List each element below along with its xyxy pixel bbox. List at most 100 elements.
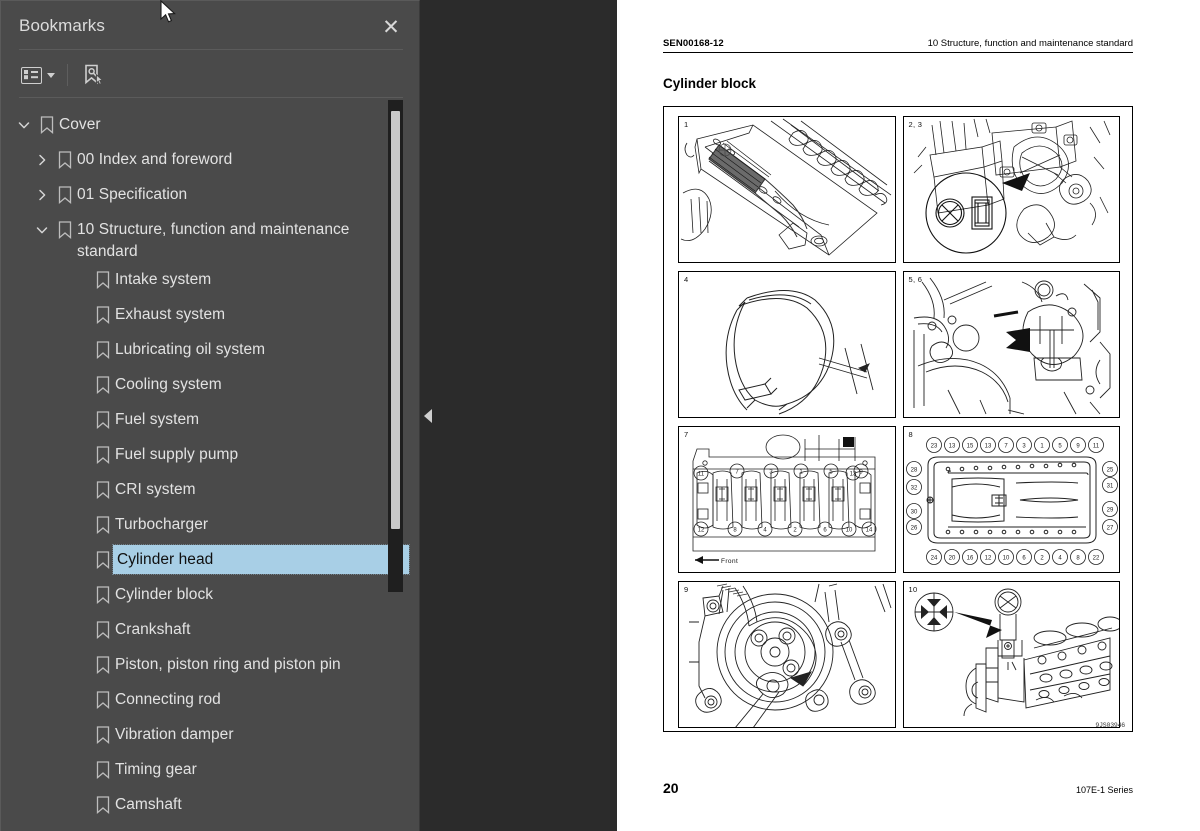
svg-text:5: 5 <box>829 470 833 476</box>
panel-number: 4 <box>684 275 689 284</box>
svg-text:28: 28 <box>910 468 917 474</box>
toolbar-separator <box>67 64 68 86</box>
chevron-right-icon[interactable] <box>31 143 53 176</box>
bookmark-row[interactable]: Cover <box>1 108 421 143</box>
bookmark-item[interactable]: 10 Structure, function and maintenance s… <box>1 213 421 263</box>
bookmark-row[interactable]: Fuel system <box>1 403 421 438</box>
svg-text:12: 12 <box>984 556 991 562</box>
bookmark-row[interactable]: Vibration damper <box>1 718 421 753</box>
bookmark-label: Camshaft <box>115 796 182 813</box>
bookmarks-scrollbar-thumb[interactable] <box>391 111 400 529</box>
bookmark-item[interactable]: Vibration damper <box>1 718 421 753</box>
pdf-page: SEN00168-12 10 Structure, function and m… <box>617 0 1200 831</box>
bookmark-item[interactable]: Intake system <box>1 263 421 298</box>
chevron-down-icon[interactable] <box>13 108 35 141</box>
bookmark-item[interactable]: Turbocharger <box>1 508 421 543</box>
bookmark-item[interactable]: 01 Specification <box>1 178 421 213</box>
svg-text:13: 13 <box>948 444 955 450</box>
bookmark-row[interactable]: Cylinder head <box>1 543 421 578</box>
bookmarks-toolbar <box>1 53 419 97</box>
bookmark-label: Vibration damper <box>115 726 234 743</box>
find-bookmark-button[interactable] <box>79 61 107 89</box>
bookmarks-scrollbar[interactable] <box>388 100 403 592</box>
chevron-right-icon[interactable] <box>31 178 53 211</box>
bookmark-row[interactable]: Cylinder block <box>1 578 421 613</box>
svg-text:2: 2 <box>1040 556 1044 562</box>
figure-panel-7: 7 11 7 3 1 5 9 13 12 8 4 2 6 10 14 Front <box>678 426 896 573</box>
bookmark-row[interactable]: Turbocharger <box>1 508 421 543</box>
figure-panel-10: 10 <box>902 581 1120 728</box>
bookmark-item[interactable]: Connecting rod <box>1 683 421 718</box>
bookmarks-panel-title: Bookmarks <box>19 16 105 35</box>
svg-text:32: 32 <box>910 486 917 492</box>
toolbar-divider <box>19 97 403 98</box>
bookmark-icon <box>91 543 115 576</box>
bookmark-row[interactable]: Intake system <box>1 263 421 298</box>
viewer-gutter <box>421 0 617 831</box>
bookmark-row[interactable]: Camshaft <box>1 788 421 823</box>
svg-text:4: 4 <box>763 528 767 534</box>
front-direction-arrow <box>695 556 719 564</box>
bookmark-row[interactable]: Connecting rod <box>1 683 421 718</box>
page-header: SEN00168-12 10 Structure, function and m… <box>663 38 1133 53</box>
chevron-down-icon[interactable] <box>31 213 53 246</box>
bookmark-row[interactable]: 10 Structure, function and maintenance s… <box>1 213 421 263</box>
bookmark-item[interactable]: Exhaust system <box>1 298 421 333</box>
bookmark-row[interactable]: CRI system <box>1 473 421 508</box>
bookmark-item[interactable]: Cover <box>1 108 421 143</box>
panel-number: 2, 3 <box>908 120 923 129</box>
bookmark-row[interactable]: Cooling system <box>1 368 421 403</box>
chevron-left-icon <box>424 409 432 423</box>
svg-text:3: 3 <box>1022 444 1026 450</box>
svg-text:16: 16 <box>966 556 973 562</box>
bookmark-item[interactable]: Camshaft <box>1 788 421 823</box>
bookmark-icon <box>53 178 77 211</box>
bookmark-item[interactable]: Piston, piston ring and piston pin <box>1 648 421 683</box>
bookmark-item[interactable]: Crankshaft <box>1 613 421 648</box>
bookmark-row[interactable]: Fuel supply pump <box>1 438 421 473</box>
svg-text:4: 4 <box>1058 556 1062 562</box>
page-number: 20 <box>663 780 679 796</box>
bookmark-label: Cooling system <box>115 376 222 393</box>
page-title: Cylinder block <box>663 76 757 91</box>
svg-text:24: 24 <box>930 556 937 562</box>
close-icon[interactable]: ✕ <box>377 13 405 41</box>
bookmark-item[interactable]: Lubricating oil system <box>1 333 421 368</box>
bookmark-icon <box>91 508 115 541</box>
svg-text:31: 31 <box>1106 484 1113 490</box>
bookmark-label: Cover <box>59 116 101 133</box>
collapse-sidebar-handle[interactable] <box>424 409 440 425</box>
bookmark-item[interactable]: Fuel system <box>1 403 421 438</box>
bookmark-item[interactable]: Fuel supply pump <box>1 438 421 473</box>
bookmark-item[interactable]: 00 Index and foreword <box>1 143 421 178</box>
bookmark-row[interactable]: Piston, piston ring and piston pin <box>1 648 421 683</box>
bookmark-row[interactable]: Timing gear <box>1 753 421 788</box>
rear-housing-drawing <box>913 277 1110 415</box>
bookmark-item[interactable]: Cylinder head <box>1 543 421 578</box>
bookmark-item[interactable]: Timing gear <box>1 753 421 788</box>
bookmark-label: Fuel system <box>115 411 200 428</box>
bookmark-row[interactable]: Lubricating oil system <box>1 333 421 368</box>
svg-text:26: 26 <box>910 526 917 532</box>
chevron-down-icon <box>47 72 55 78</box>
bookmark-icon <box>91 473 115 506</box>
bookmark-label: Fuel supply pump <box>115 446 239 463</box>
bookmark-item[interactable]: CRI system <box>1 473 421 508</box>
figure-panel-9: 9 <box>678 581 896 728</box>
bookmarks-tree[interactable]: Cover 00 Index and foreword 01 Specificati… <box>1 99 421 831</box>
svg-text:8: 8 <box>733 528 737 534</box>
bookmark-row[interactable]: Crankshaft <box>1 613 421 648</box>
bookmark-item[interactable]: Cylinder block <box>1 578 421 613</box>
bookmark-icon <box>91 263 115 296</box>
bookmark-row[interactable]: Exhaust system <box>1 298 421 333</box>
front-label: Front <box>721 558 739 565</box>
bookmarks-panel: Bookmarks ✕ Cover 00 Index and foreword … <box>0 0 420 831</box>
bookmark-row[interactable]: 01 Specification <box>1 178 421 213</box>
bookmark-label: Intake system <box>115 271 212 288</box>
bookmark-item[interactable]: Cooling system <box>1 368 421 403</box>
bookmark-row[interactable]: 00 Index and foreword <box>1 143 421 178</box>
bookmark-options-button[interactable] <box>19 61 57 89</box>
figure-panel-4: 4 <box>678 271 896 418</box>
